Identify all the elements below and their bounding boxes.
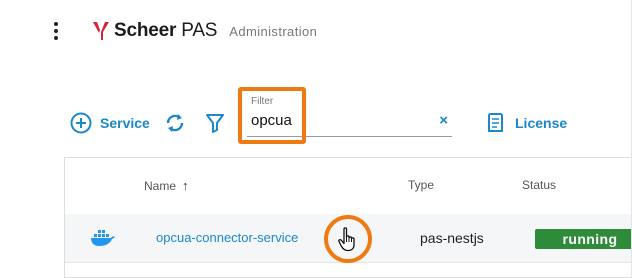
add-circle-icon: [70, 112, 92, 134]
app-subtitle: Administration: [229, 23, 318, 39]
brand-name-light: PAS: [176, 20, 218, 41]
column-name-label: Name: [144, 179, 177, 193]
service-type: pas-nestjs: [420, 230, 484, 246]
scheer-logo-icon: [93, 22, 109, 40]
hand-pointer-cursor-icon: [338, 227, 355, 252]
toolbar: Service Filter opcua × License: [0, 96, 632, 148]
license-icon: [488, 113, 503, 132]
top-app-bar: Scheer PAS Administration: [0, 0, 632, 62]
add-service-button[interactable]: Service: [70, 112, 150, 134]
license-label: License: [515, 115, 568, 131]
column-header-type[interactable]: Type: [408, 178, 434, 192]
add-service-label: Service: [100, 115, 150, 131]
brand-name-bold: Scheer: [114, 20, 177, 41]
brand-name: Scheer PAS: [114, 20, 217, 42]
license-button[interactable]: License: [487, 112, 567, 134]
more-vert-icon[interactable]: [50, 20, 62, 42]
clear-icon[interactable]: ×: [439, 112, 448, 129]
column-header-status[interactable]: Status: [522, 178, 556, 192]
status-badge: running: [535, 229, 632, 249]
refresh-icon[interactable]: [164, 112, 186, 134]
service-name-link[interactable]: opcua-connector-service: [156, 230, 298, 245]
table-header: Name ↑ Type Status: [65, 158, 632, 215]
sort-ascending-icon: ↑: [182, 178, 189, 193]
docker-icon: [91, 230, 115, 246]
column-header-name[interactable]: Name ↑: [144, 178, 189, 193]
filter-icon[interactable]: [206, 113, 224, 133]
filter-highlight-annotation: [238, 87, 306, 144]
app-logo: Scheer PAS Administration: [92, 18, 317, 44]
